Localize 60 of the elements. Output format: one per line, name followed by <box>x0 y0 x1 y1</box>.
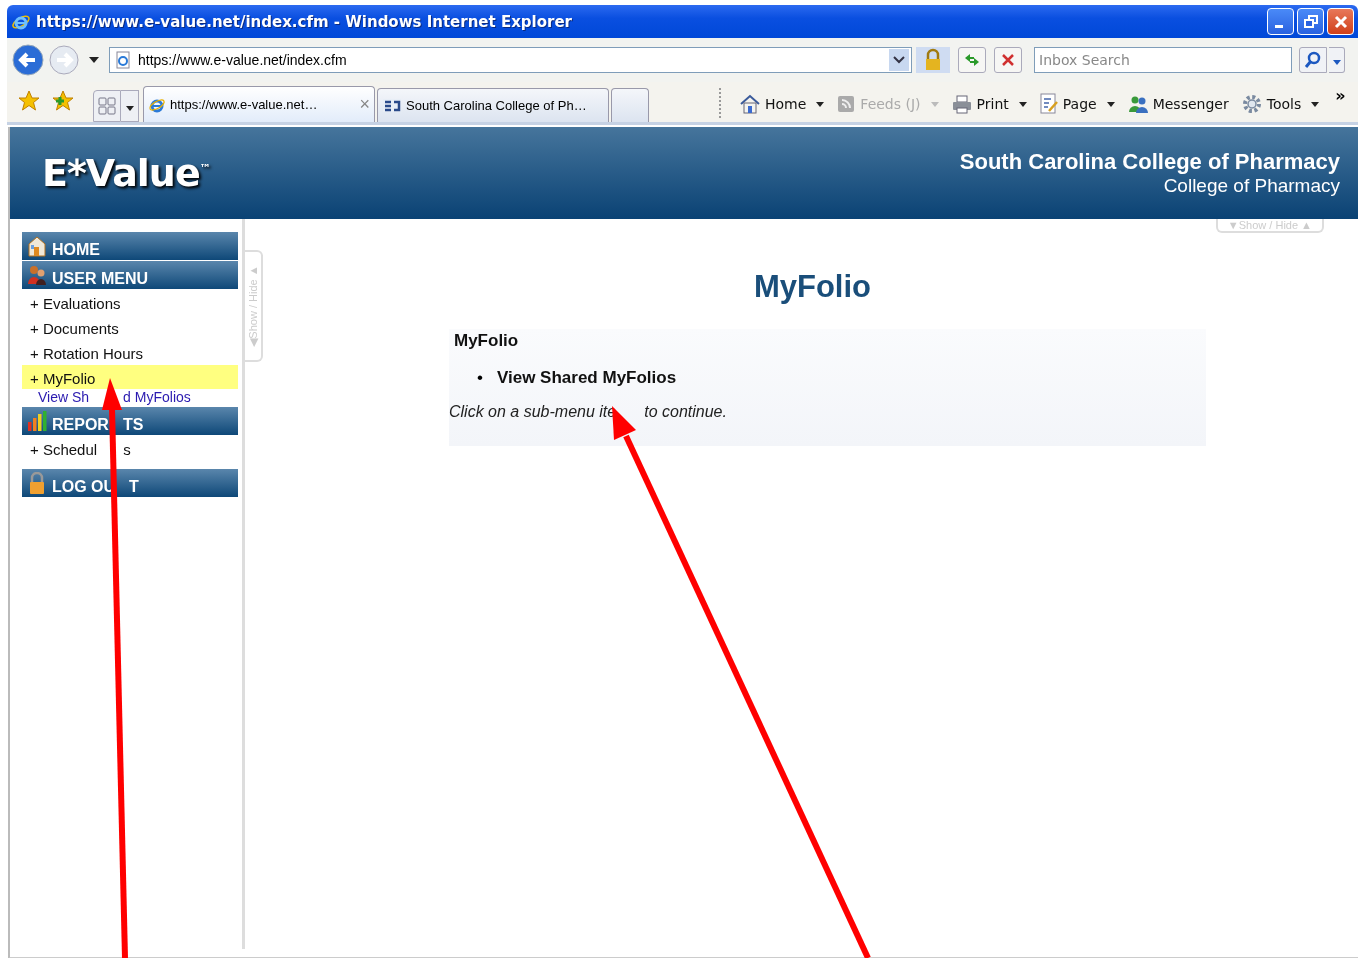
grid-icon <box>98 97 116 115</box>
search-field[interactable]: Inbox Search <box>1034 47 1292 73</box>
house-icon <box>739 93 761 115</box>
section-heading: MyFolio <box>453 331 520 351</box>
page-icon <box>1038 93 1059 115</box>
bullet: • <box>477 368 483 387</box>
new-tab-button[interactable] <box>611 88 649 122</box>
feed-icon <box>836 94 857 114</box>
menu-header-label: USER MENU <box>52 269 148 288</box>
minimize-button[interactable] <box>1267 8 1294 35</box>
tab-list-button[interactable] <box>121 90 139 122</box>
search-icon <box>1303 50 1323 70</box>
menu-item[interactable]: + Rotation Hours <box>22 340 238 365</box>
back-button[interactable] <box>11 43 45 77</box>
restore-button[interactable] <box>1297 8 1324 35</box>
minimize-icon <box>1274 25 1283 28</box>
command-button[interactable]: Messenger <box>1122 94 1233 114</box>
search-options-button[interactable] <box>1329 47 1345 73</box>
caret-icon[interactable] <box>89 57 99 63</box>
command-button[interactable]: Home <box>735 93 829 115</box>
menu-item[interactable]: + Documents <box>22 315 238 340</box>
add-favorite-icon[interactable] <box>51 89 75 113</box>
address-field[interactable]: https://www.e-value.net/index.cfm <box>109 47 912 73</box>
dropdown-icon[interactable] <box>889 49 909 71</box>
house-icon <box>26 235 48 257</box>
lock-icon[interactable] <box>916 47 950 73</box>
page-title: MyFolio <box>752 269 873 305</box>
browser-tab[interactable]: South Carolina College of Ph… <box>377 88 609 122</box>
gear-icon <box>1240 93 1263 115</box>
command-button[interactable]: Print <box>946 94 1031 114</box>
search-button[interactable] <box>1299 47 1327 73</box>
menu-header[interactable]: USER MENU <box>22 261 238 289</box>
menu-header-label: HOME <box>52 240 100 259</box>
submenu-link[interactable]: View Sh d MyFolios <box>22 389 238 407</box>
institution-subtitle: College of Pharmacy <box>1162 175 1340 197</box>
page-icon <box>114 51 132 69</box>
site-logo: E*Value$^{™}$ <box>42 151 210 195</box>
menu-item[interactable]: + Evaluations <box>22 290 238 315</box>
caret-icon <box>1332 59 1341 65</box>
browser-tab[interactable]: https://www.e-value.net… × <box>143 86 375 122</box>
institution-name: South Carolina College of Pharmacy <box>959 149 1340 175</box>
menu-header[interactable]: HOME <box>22 232 238 260</box>
window-title: https://www.e-value.net/index.cfm - Windows Internet Explorer <box>36 12 573 31</box>
stop-button[interactable] <box>994 47 1022 73</box>
printer-icon <box>950 94 973 114</box>
menu-header[interactable]: REPOR TS <box>22 407 238 435</box>
menu-item[interactable]: + Schedul s <box>22 436 238 461</box>
people-icon <box>26 264 48 286</box>
command-button[interactable]: Tools <box>1236 93 1324 115</box>
star-icon[interactable] <box>17 89 41 113</box>
caret-icon <box>125 105 134 111</box>
bar-chart-icon <box>26 410 48 432</box>
menu-item[interactable]: + MyFolio <box>22 365 238 389</box>
people-icon <box>1126 94 1149 114</box>
more-commands-button[interactable]: » <box>1335 86 1346 105</box>
menu-link[interactable]: View Shared MyFolios <box>496 368 677 387</box>
close-button[interactable] <box>1327 8 1354 35</box>
refresh-button[interactable] <box>958 47 986 73</box>
menu-header-label: REPOR TS <box>52 415 144 434</box>
command-button[interactable]: Page <box>1034 93 1119 115</box>
